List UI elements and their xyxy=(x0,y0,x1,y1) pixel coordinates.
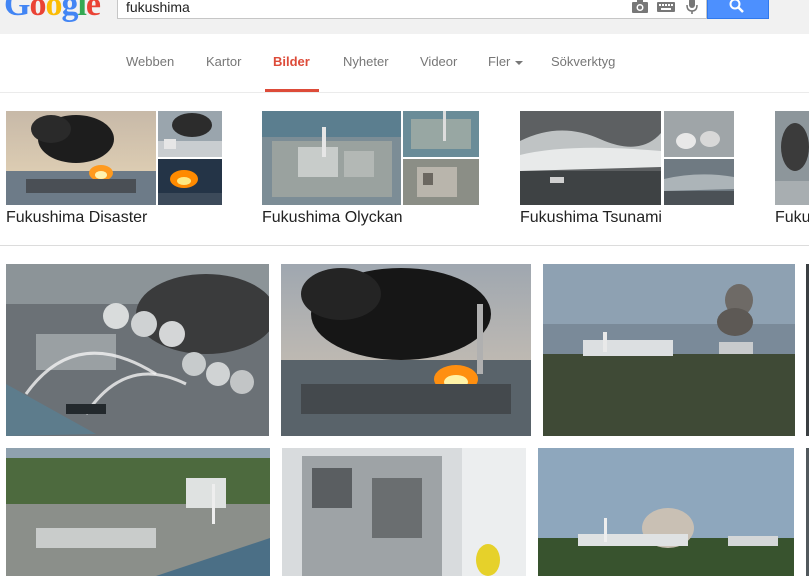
search-icon xyxy=(729,0,744,13)
tab-fler[interactable]: Fler xyxy=(488,54,524,69)
related-image-main xyxy=(520,111,661,205)
related-label: Fukushima Disaster xyxy=(6,209,148,226)
image-result[interactable] xyxy=(6,448,270,576)
keyboard-icon[interactable] xyxy=(657,0,675,14)
related-label: Fukushima Tsunami xyxy=(520,209,662,226)
related-image-small xyxy=(403,111,479,157)
related-image-main xyxy=(6,111,156,205)
divider xyxy=(0,245,809,246)
image-result[interactable] xyxy=(538,448,794,576)
tab-fler-label: Fler xyxy=(488,54,511,69)
active-tab-indicator xyxy=(265,89,319,92)
google-logo[interactable]: Google xyxy=(4,0,101,24)
tab-nyheter[interactable]: Nyheter xyxy=(343,54,389,69)
search-button[interactable] xyxy=(707,0,769,19)
image-result[interactable] xyxy=(543,264,795,436)
related-image-main xyxy=(775,111,809,205)
tab-bilder[interactable]: Bilder xyxy=(273,54,310,69)
camera-icon[interactable] xyxy=(631,0,649,14)
search-input[interactable] xyxy=(126,0,616,16)
top-bar: Google xyxy=(0,0,809,34)
tab-videor[interactable]: Videor xyxy=(420,54,457,69)
tab-webben[interactable]: Webben xyxy=(126,54,174,69)
search-box[interactable] xyxy=(117,0,707,19)
image-result[interactable] xyxy=(6,264,269,436)
related-image-main xyxy=(262,111,401,205)
chevron-down-icon xyxy=(515,60,524,65)
related-label: Fukushima Olyckan xyxy=(262,209,403,226)
image-result[interactable] xyxy=(282,448,526,576)
related-image-small xyxy=(158,111,222,157)
related-image-small xyxy=(664,159,734,205)
microphone-icon[interactable] xyxy=(683,0,701,14)
related-label: Fuku xyxy=(775,209,809,226)
related-image-small xyxy=(664,111,734,157)
related-image-small xyxy=(158,159,222,205)
tab-sokverktyg[interactable]: Sökverktyg xyxy=(551,54,615,69)
search-tabs: Webben Kartor Bilder Nyheter Videor Fler… xyxy=(0,34,809,93)
tab-kartor[interactable]: Kartor xyxy=(206,54,241,69)
related-image-small xyxy=(403,159,479,205)
image-result[interactable] xyxy=(281,264,531,436)
